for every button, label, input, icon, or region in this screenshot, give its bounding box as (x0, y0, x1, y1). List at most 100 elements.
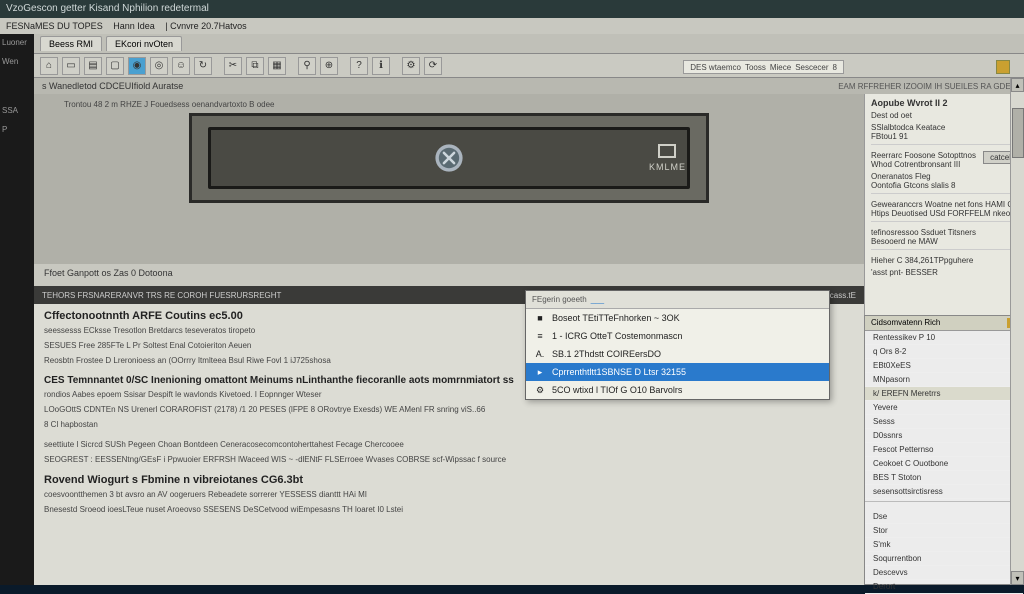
badge-item[interactable]: Miece (770, 63, 791, 72)
article-text: Bnesestd Sroeod ioesLTeue nuset Aroeovso… (44, 504, 854, 516)
breadcrumb-row: s Wanedletod CDCEUIfiold Auratse EAM RFF… (34, 78, 1024, 94)
act-item[interactable]: P (2, 125, 32, 134)
device-label: KMLME (649, 162, 686, 172)
side-group-title: tefinosressoo Ssduet Titsners (871, 228, 1018, 237)
indicator-icon (658, 144, 676, 158)
popup-item[interactable]: A. SB.1 2Thdstt COIREersDO (526, 345, 829, 363)
device-screen (208, 127, 690, 189)
zoom-icon[interactable]: ⊕ (320, 57, 338, 75)
item-label: SB.1 2Thdstt COIREersDO (552, 349, 661, 359)
copy-icon[interactable]: ⧉ (246, 57, 264, 75)
gear-icon[interactable]: ⚙ (402, 57, 420, 75)
side-sub: Dest od oet (871, 111, 1018, 120)
side-value: FBtou1 91 (871, 132, 1018, 141)
side-text: Hieher C 384,261TPpguhere (871, 256, 1018, 265)
left-activity-bar: Luoner Wen SSA P (0, 34, 34, 585)
help2-icon[interactable]: ℹ (372, 57, 390, 75)
doc-icon[interactable]: ▭ (62, 57, 80, 75)
list-item[interactable]: D0ssnrs (865, 429, 1023, 443)
badge-item[interactable]: Tooss (745, 63, 766, 72)
list-item[interactable]: Rentessikev P 10 (865, 331, 1023, 345)
list-item[interactable]: Fescot Petternso (865, 443, 1023, 457)
scrollbar[interactable]: ▴ ▾ (1010, 78, 1024, 585)
menu-item[interactable]: Hann Idea (113, 21, 155, 31)
side-text: 'asst pnt- BESSER (871, 268, 1018, 277)
item-icon: ■ (534, 312, 546, 324)
scroll-down-icon[interactable]: ▾ (1011, 571, 1024, 585)
cut-icon[interactable]: ✂ (224, 57, 242, 75)
badge-item[interactable]: 8 (833, 63, 837, 72)
book-icon[interactable]: ▤ (84, 57, 102, 75)
article-text: coesvoontthemen 3 bt avsro an AV oogerue… (44, 489, 854, 501)
menu-item[interactable]: Cvnvre 20.7Hatvos (170, 21, 247, 31)
help-icon[interactable]: ? (350, 57, 368, 75)
menu-item[interactable]: FESNaMES DU TOPES (6, 21, 103, 31)
list-item[interactable]: Sesss (865, 415, 1023, 429)
page-icon[interactable]: ▢ (106, 57, 124, 75)
item-label: 1 - ICRG OtteT Costemonmascn (552, 331, 682, 341)
list-item[interactable]: Derort (865, 580, 1023, 594)
refresh-icon[interactable]: ↻ (194, 57, 212, 75)
popup-item[interactable]: ⚙5CO wtixd l TIOf G O10 Barvolrs (526, 381, 829, 399)
scroll-up-icon[interactable]: ▴ (1011, 78, 1024, 92)
list-header: Cidsomvatenn Rich (865, 316, 1023, 331)
disk-icon[interactable]: ◉ (128, 57, 146, 75)
side-group-title: SSlalbtodca Keatace (871, 123, 1018, 132)
article-text: SEOGREST : EESSENtng/GEsF i Ppwuoier ERF… (44, 454, 854, 466)
inline-toolbar: DES wtaemco Tooss Miece Sescecer 8 (683, 60, 844, 74)
tab-strip: Beess RMI EKcori nvOten (34, 34, 1024, 54)
list-item[interactable]: q Ors 8-2 (865, 345, 1023, 359)
list-item[interactable]: S'mk (865, 538, 1023, 552)
act-item[interactable]: Luoner (2, 38, 32, 47)
disk2-icon[interactable]: ◎ (150, 57, 168, 75)
list-item[interactable]: sesensottsirctisress (865, 485, 1023, 499)
notification-icon[interactable] (996, 60, 1010, 74)
list-item[interactable]: EBt0XeES (865, 359, 1023, 373)
act-item[interactable]: Wen (2, 57, 32, 66)
tab[interactable]: Beess RMI (40, 36, 102, 51)
popup-title: FEgerin goeeth (532, 295, 587, 304)
dropdown-popup: FEgerin goeeth ___ ■Boseot TEtiTTeFnhork… (525, 290, 830, 400)
side-value: Besooerd ne MAW (871, 237, 1018, 246)
paste-icon[interactable]: ▦ (268, 57, 286, 75)
item-icon: ▸ (534, 366, 546, 378)
item-label: Boseot TEtiTTeFnhorken ~ 3OK (552, 313, 680, 323)
side-title: Aopube Wvrot II 2 (871, 98, 1018, 108)
item-label: Cprrenthtltt1SBNSE D Ltsr 32155 (552, 367, 686, 377)
list-item[interactable]: k/ EREFN Meretrrs (865, 387, 1023, 401)
popup-item[interactable]: ▸ Cprrenthtltt1SBNSE D Ltsr 32155 (526, 363, 829, 381)
find-icon[interactable]: ⚲ (298, 57, 316, 75)
list-item[interactable]: Ceokoet C Ouotbone (865, 457, 1023, 471)
list-item[interactable]: Stor (865, 524, 1023, 538)
context-list: Cidsomvatenn Rich Rentessikev P 10q Ors … (864, 315, 1024, 585)
badge-item[interactable]: Sescecer (795, 63, 828, 72)
refresh2-icon[interactable]: ⟳ (424, 57, 442, 75)
popup-item[interactable]: ≡1 - ICRG OtteT Costemonmascn (526, 327, 829, 345)
hero-panel: Trontou 48 2 m RHZE J Fouedsess oenandva… (34, 94, 864, 264)
list-item[interactable]: Soqurrentbon (865, 552, 1023, 566)
toolbar: ⌂ ▭ ▤ ▢ ◉ ◎ ☺ ↻ ✂ ⧉ ▦ ⚲ ⊕ ? ℹ ⚙ ⟳ (34, 54, 1024, 78)
article-text: LOoGOttS CDNTEn NS Urenerl CORAROFIST (2… (44, 404, 854, 416)
device-banner: KMLME (189, 113, 709, 203)
list-item[interactable]: BES T Stoton (865, 471, 1023, 485)
badge-item[interactable]: DES wtaemco (690, 63, 741, 72)
list-item[interactable]: Descevvs (865, 566, 1023, 580)
hero-meta: Trontou 48 2 m RHZE J Fouedsess oenandva… (64, 100, 274, 109)
act-item[interactable]: SSA (2, 106, 32, 115)
window-title: VzoGescon getter Kisand Nphilion redeter… (6, 0, 209, 18)
item-icon: A. (534, 348, 546, 360)
scroll-thumb[interactable] (1012, 108, 1024, 158)
user-icon[interactable]: ☺ (172, 57, 190, 75)
item-label: 5CO wtixd l TIOf G O10 Barvolrs (552, 385, 682, 395)
list-item[interactable]: MNpasorn (865, 373, 1023, 387)
list-item[interactable]: Dse (865, 510, 1023, 524)
breadcrumb: s Wanedletod CDCEUIfiold Auratse (42, 81, 183, 91)
article-text: 8 Cl hapbostan (44, 419, 854, 431)
status-left: TEHORS FRSNARERANVR TRS RE COROH FUESRUR… (42, 291, 281, 300)
tab[interactable]: EKcori nvOten (106, 36, 182, 51)
home-icon[interactable]: ⌂ (40, 57, 58, 75)
side-text: Reerrarc Foosone Sotopttnos Whod Cotrent… (871, 151, 983, 169)
list-item[interactable]: Yevere (865, 401, 1023, 415)
popup-item[interactable]: ■ Boseot TEtiTTeFnhorken ~ 3OK (526, 309, 829, 327)
menu-bar[interactable]: FESNaMES DU TOPES Hann Idea | Cvnvre 20.… (0, 18, 1024, 34)
